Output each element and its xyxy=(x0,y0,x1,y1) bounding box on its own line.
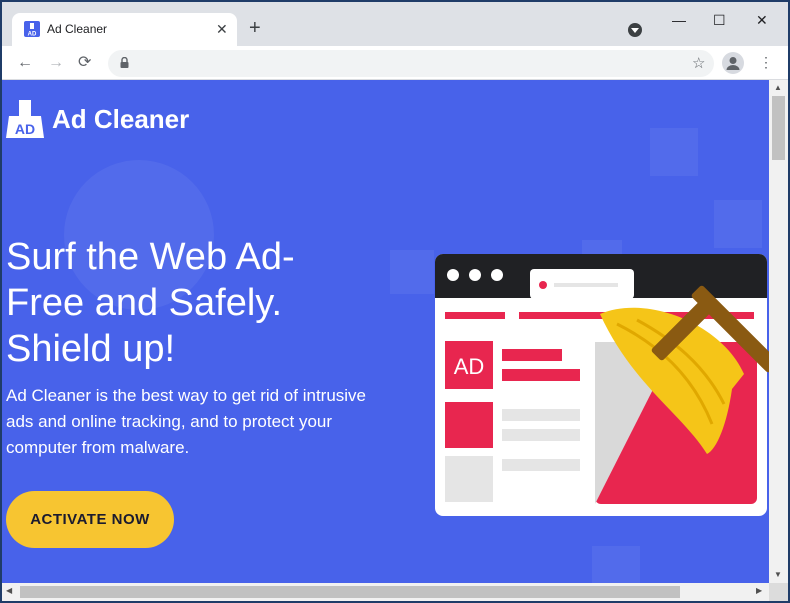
window-dot xyxy=(491,269,503,281)
profile-avatar[interactable] xyxy=(722,52,744,74)
window-dot xyxy=(447,269,459,281)
brand-name: Ad Cleaner xyxy=(52,104,190,134)
browser-window: AD Ad Cleaner ✕ + — ☐ ✕ ← → ⟳ ☆ ⋮ AD Ad … xyxy=(2,2,788,601)
page-headline: Surf the Web Ad- Free and Safely. Shield… xyxy=(6,234,366,372)
vertical-scroll-thumb[interactable] xyxy=(772,96,785,160)
horizontal-scroll-thumb[interactable] xyxy=(20,586,680,598)
address-bar[interactable]: ☆ xyxy=(108,50,714,77)
forward-button[interactable]: → xyxy=(48,53,64,73)
bg-square xyxy=(592,546,640,583)
page-description: Ad Cleaner is the best way to get rid of… xyxy=(6,386,367,457)
bookmark-star-icon[interactable]: ☆ xyxy=(692,54,705,72)
window-dot xyxy=(469,269,481,281)
page-viewport: AD Ad Cleaner Surf the Web Ad- Free and … xyxy=(2,80,769,583)
horizontal-scrollbar[interactable]: ◀ ▶ xyxy=(2,583,769,601)
scroll-left-icon[interactable]: ◀ xyxy=(6,586,12,595)
tab-title: Ad Cleaner xyxy=(47,22,108,36)
bg-square xyxy=(390,250,434,294)
favicon-label: AD xyxy=(28,32,37,38)
back-button[interactable]: ← xyxy=(17,53,33,73)
ad-cleaner-logo-icon: AD xyxy=(6,100,44,138)
headline-line: Shield up! xyxy=(6,328,176,370)
tab-strip: AD Ad Cleaner ✕ + — ☐ ✕ xyxy=(2,2,788,46)
scroll-right-icon[interactable]: ▶ xyxy=(756,586,762,595)
browser-toolbar: ← → ⟳ ☆ ⋮ xyxy=(2,46,788,80)
menu-button[interactable]: ⋮ xyxy=(759,54,773,70)
logo-label: AD xyxy=(15,121,35,137)
scroll-up-icon[interactable]: ▲ xyxy=(774,83,782,92)
window-close-button[interactable]: ✕ xyxy=(756,10,768,30)
minimize-button[interactable]: — xyxy=(672,10,686,30)
scroll-down-icon[interactable]: ▼ xyxy=(774,570,782,579)
activate-now-button[interactable]: ACTIVATE NOW xyxy=(6,491,174,548)
browser-broom-illustration: AD xyxy=(435,254,769,516)
tab-ad-cleaner[interactable]: AD Ad Cleaner ✕ xyxy=(12,13,237,46)
new-tab-button[interactable]: + xyxy=(249,18,261,38)
reload-button[interactable]: ⟳ xyxy=(78,53,91,73)
bg-square xyxy=(650,128,698,176)
vertical-scrollbar[interactable]: ▲ ▼ xyxy=(769,80,788,583)
person-icon xyxy=(726,57,740,70)
scrollbar-corner xyxy=(769,583,788,601)
close-icon[interactable]: ✕ xyxy=(216,21,228,37)
maximize-button[interactable]: ☐ xyxy=(713,10,726,30)
ad-cleaner-favicon-icon: AD xyxy=(24,21,40,37)
headline-line: Free and Safely. xyxy=(6,282,283,324)
ad-label: AD xyxy=(454,354,485,379)
tab-search-icon[interactable] xyxy=(628,23,642,37)
lock-icon xyxy=(120,57,129,68)
headline-line: Surf the Web Ad- xyxy=(6,236,295,278)
bg-square xyxy=(714,200,762,248)
